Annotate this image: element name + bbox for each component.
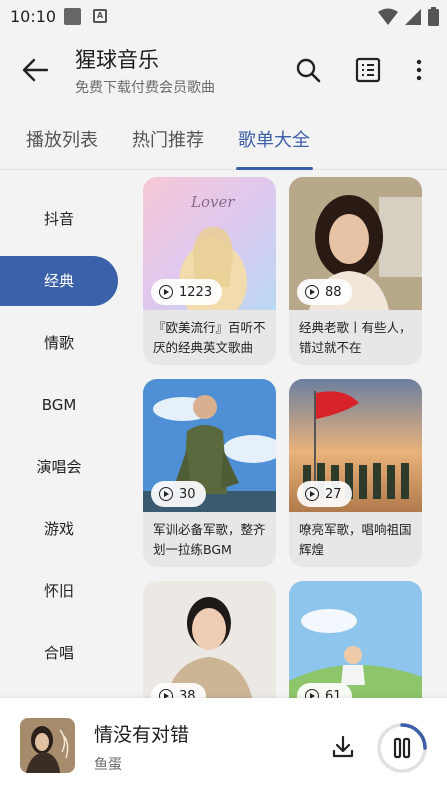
play-count-badge: 27 — [297, 481, 352, 507]
play-icon — [159, 689, 173, 698]
playlist-cover-image — [143, 581, 276, 698]
play-count-badge: 30 — [151, 481, 206, 507]
playlist-description: 『欧美流行』百听不厌的经典英文歌曲 — [153, 320, 266, 355]
download-icon[interactable] — [330, 734, 356, 760]
playlist-description: 经典老歌丨有些人，错过就不在 — [299, 320, 412, 355]
playlist-card[interactable]: Lover 1223 『欧美流行』百听不厌的经典英文歌曲 — [143, 177, 276, 365]
sidebar-item-bgm[interactable]: BGM — [0, 380, 118, 430]
mini-player[interactable]: 情没有对错 鱼蛋 — [0, 698, 447, 796]
tab-hot-recommend[interactable]: 热门推荐 — [132, 126, 204, 152]
page-title: 猩球音乐 — [75, 48, 159, 72]
play-count-badge: 61 — [297, 683, 352, 698]
category-sidebar: 抖音 经典 情歌 BGM 演唱会 游戏 怀旧 合唱 — [0, 170, 136, 698]
search-icon[interactable] — [294, 56, 322, 84]
more-menu-icon[interactable] — [405, 56, 433, 84]
sidebar-item-love-songs[interactable]: 情歌 — [0, 318, 118, 368]
playlist-grid: Lover 1223 『欧美流行』百听不厌的经典英文歌曲 88 经典老歌丨有些人… — [136, 170, 447, 698]
pause-button[interactable] — [376, 722, 428, 774]
playlist-cover-image — [289, 581, 422, 698]
accessibility-a-icon: A — [93, 9, 107, 23]
play-icon — [159, 285, 173, 299]
tab-bar: 播放列表 热门推荐 歌单大全 — [0, 106, 447, 170]
play-count-badge: 38 — [151, 683, 206, 698]
play-icon — [305, 285, 319, 299]
list-view-icon[interactable] — [354, 56, 382, 84]
playlist-description: 嘹亮军歌，唱响祖国辉煌 — [299, 522, 412, 557]
play-icon — [305, 689, 319, 698]
pause-icon — [393, 737, 411, 759]
playlist-card[interactable]: 61 — [289, 581, 422, 698]
battery-icon — [428, 7, 439, 26]
page-subtitle: 免费下载付费会员歌曲 — [75, 80, 215, 96]
status-time: 10:10 — [10, 7, 57, 26]
signal-icon — [405, 8, 421, 25]
status-bar: 10:10 A — [0, 0, 447, 34]
play-icon — [159, 487, 173, 501]
sidebar-item-concert[interactable]: 演唱会 — [0, 442, 118, 492]
sidebar-item-classic[interactable]: 经典 — [0, 256, 118, 306]
wifi-icon — [378, 8, 398, 25]
play-icon — [305, 487, 319, 501]
tab-all-playlists[interactable]: 歌单大全 — [238, 126, 310, 152]
notification-square-icon — [64, 8, 81, 25]
now-playing-title: 情没有对错 — [94, 724, 190, 746]
playlist-card[interactable]: 27 嘹亮军歌，唱响祖国辉煌 — [289, 379, 422, 567]
play-count-badge: 1223 — [151, 279, 223, 305]
play-count-badge: 88 — [297, 279, 352, 305]
status-icons — [378, 7, 439, 26]
album-cover — [20, 718, 75, 773]
playlist-description: 军训必备军歌，整齐划一拉练BGM — [153, 522, 266, 557]
sidebar-item-douyin[interactable]: 抖音 — [0, 194, 118, 244]
playlist-card[interactable]: 30 军训必备军歌，整齐划一拉练BGM — [143, 379, 276, 567]
playlist-card[interactable]: 88 经典老歌丨有些人，错过就不在 — [289, 177, 422, 365]
sidebar-item-nostalgia[interactable]: 怀旧 — [0, 566, 118, 616]
sidebar-item-chorus[interactable]: 合唱 — [0, 628, 118, 678]
playlist-card[interactable]: 38 — [143, 581, 276, 698]
back-arrow-icon[interactable] — [20, 56, 50, 84]
tab-playlist[interactable]: 播放列表 — [26, 126, 98, 152]
sidebar-item-game[interactable]: 游戏 — [0, 504, 118, 554]
now-playing-artist: 鱼蛋 — [94, 757, 122, 773]
app-header: 猩球音乐 免费下载付费会员歌曲 — [0, 34, 447, 106]
cover-lover-text: Lover — [190, 193, 235, 211]
